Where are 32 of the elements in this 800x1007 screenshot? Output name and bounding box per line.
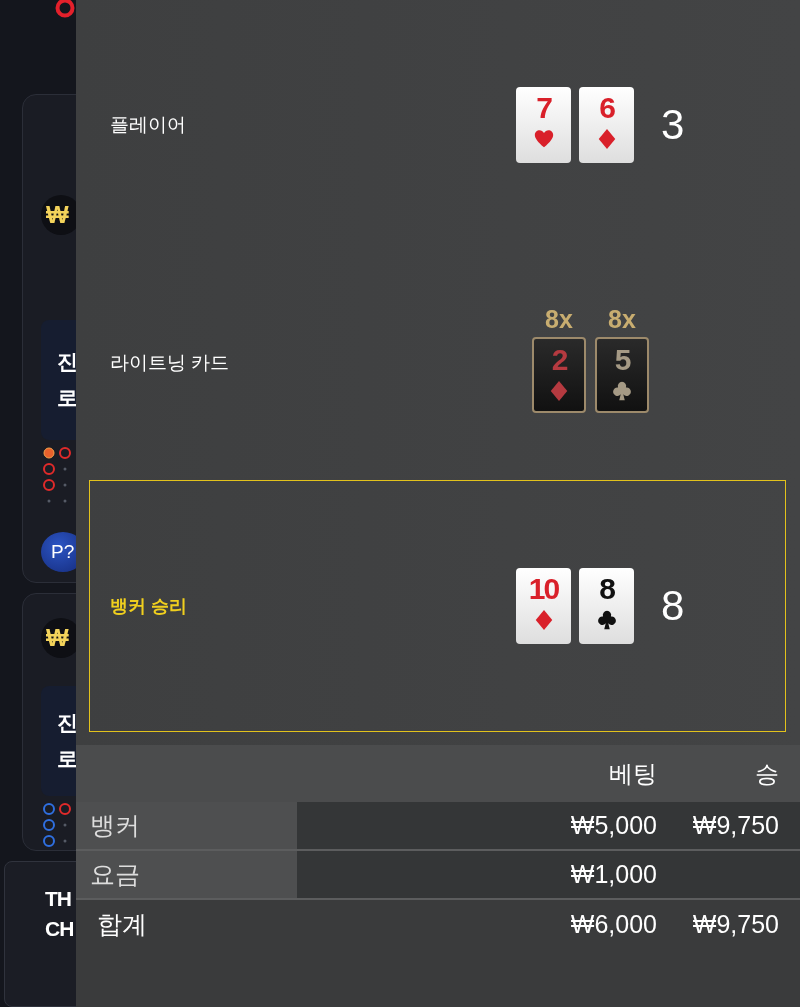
playing-card: 8 bbox=[579, 568, 634, 644]
row-label: 합계 bbox=[96, 908, 148, 940]
player-badge[interactable]: P? bbox=[41, 532, 76, 572]
message-text: 진 bbox=[57, 349, 76, 375]
row-label: 뱅커 bbox=[76, 802, 297, 849]
playing-card: 10 bbox=[516, 568, 571, 644]
outcome-label: 뱅커 승리 bbox=[110, 595, 188, 618]
column-header: 베팅 bbox=[608, 758, 657, 789]
hand-score: 3 bbox=[661, 101, 685, 149]
hand-score: 8 bbox=[661, 582, 685, 630]
row-label: 요금 bbox=[76, 851, 297, 898]
bet-amount: ₩5,000 bbox=[569, 810, 657, 841]
multiplier-label: 8x bbox=[608, 304, 636, 333]
playing-card: 2 bbox=[532, 336, 586, 413]
win-amount: ₩9,750 bbox=[691, 908, 780, 940]
notice-text: TH bbox=[45, 886, 72, 912]
message-text: 로 bbox=[57, 746, 76, 772]
currency-badge: ₩ bbox=[41, 618, 76, 658]
playing-card: 7 bbox=[516, 87, 571, 163]
notice-text: CH bbox=[45, 916, 75, 942]
playing-card: 6 bbox=[579, 87, 634, 163]
message-text: 로 bbox=[57, 385, 76, 411]
bet-amount: ₩6,000 bbox=[569, 908, 657, 940]
playing-card: 5 bbox=[595, 336, 649, 413]
multiplier-label: 8x bbox=[545, 304, 573, 333]
outcome-label: 플레이어 bbox=[110, 113, 187, 137]
column-header: 승 bbox=[754, 758, 780, 789]
currency-badge: ₩ bbox=[41, 195, 76, 235]
message-text: 진 bbox=[57, 710, 76, 736]
win-amount: ₩9,750 bbox=[691, 810, 780, 841]
bet-amount: ₩1,000 bbox=[569, 859, 657, 890]
outcome-label: 라이트닝 카드 bbox=[110, 350, 231, 375]
